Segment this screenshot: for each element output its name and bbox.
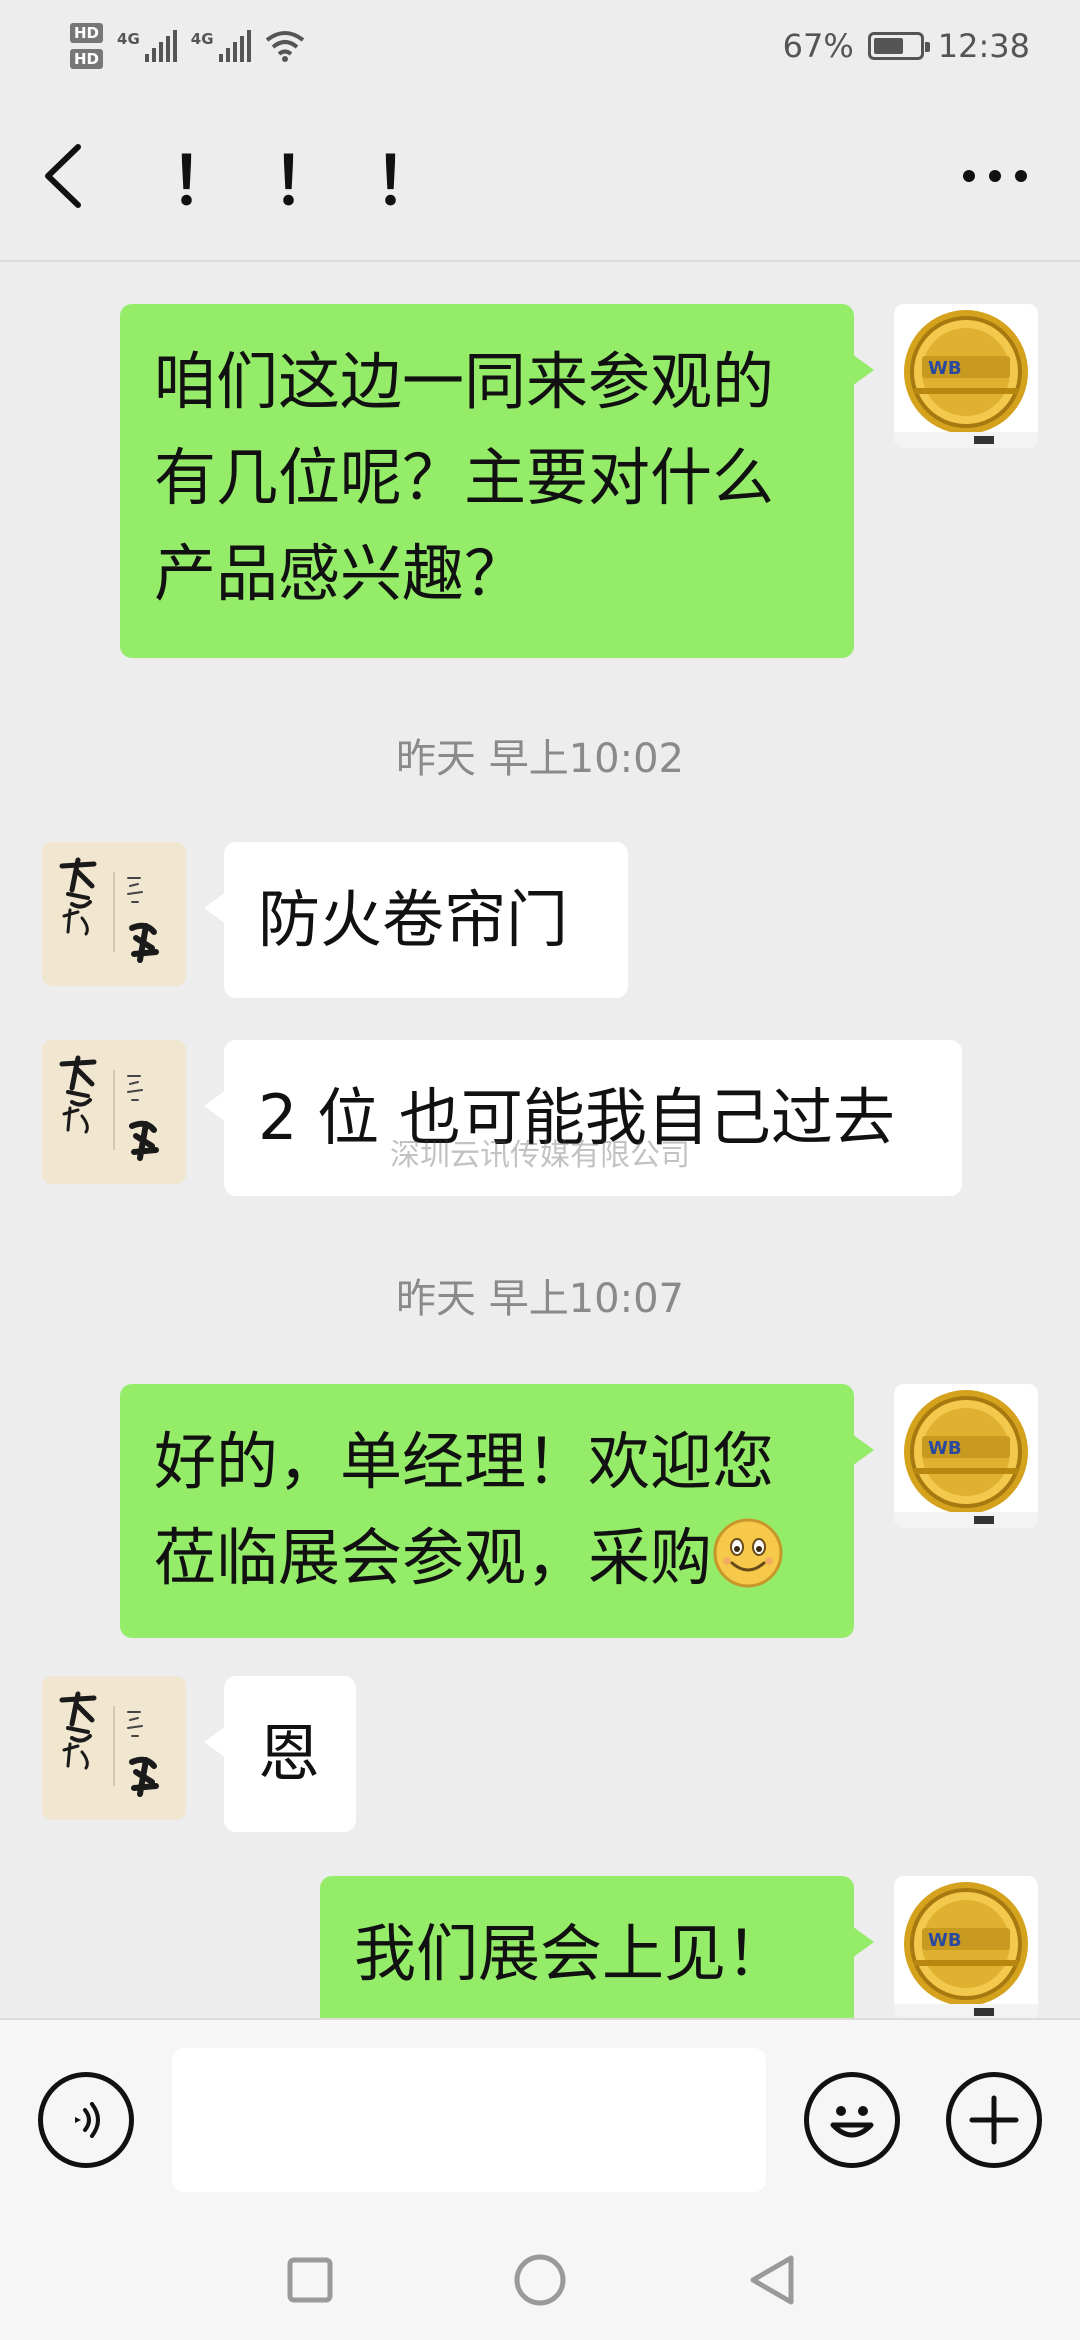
hd2-badge: HD: [70, 49, 104, 69]
battery-percent: 67%: [782, 27, 854, 65]
plus-icon: [969, 2095, 1019, 2145]
svg-text:WB: WB: [928, 1438, 962, 1459]
back-button[interactable]: [40, 136, 120, 216]
chat-title: ！！！: [170, 143, 476, 220]
timestamp: 昨天 早上10:07: [396, 1276, 684, 1322]
battery-icon: [867, 32, 930, 60]
message-input[interactable]: [172, 2048, 766, 2192]
signal2-icon: 4G: [191, 30, 251, 62]
chat-header: ！！！: [0, 92, 1080, 262]
net1-label: 4G: [117, 30, 140, 48]
input-bar: [0, 2018, 1080, 2218]
message-text: 咱们这边一同来参观的有几位呢？主要对什么产品感兴趣？: [154, 345, 775, 610]
net2-label: 4G: [190, 30, 214, 48]
self-avatar-logo: WB: [894, 304, 1038, 448]
chat-history[interactable]: 咱们这边一同来参观的有几位呢？主要对什么产品感兴趣？ WB 昨天 早上10:02…: [0, 262, 1080, 2018]
self-avatar-logo: WB: [894, 1384, 1038, 1528]
message-bubble-out[interactable]: 好的，单经理！欢迎您莅临展会参观，采购: [120, 1384, 874, 1638]
recents-button[interactable]: [278, 2248, 342, 2312]
svg-text:WB: WB: [928, 1930, 962, 1951]
battery-fill: [873, 38, 904, 54]
message-text: 防火卷帘门: [258, 883, 569, 956]
contact-avatar-calligraphy: [42, 842, 186, 986]
self-avatar[interactable]: WB: [894, 1384, 1038, 1528]
triangle-back-icon: [750, 2255, 794, 2305]
status-bar: HD HD 4G 4G 67% 12:38: [0, 0, 1080, 92]
voice-icon: [75, 2102, 100, 2138]
message-bubble-out[interactable]: 咱们这边一同来参观的有几位呢？主要对什么产品感兴趣？: [120, 304, 874, 658]
voice-button[interactable]: [38, 2072, 134, 2168]
emoji-icon: [830, 2106, 874, 2138]
contact-avatar-calligraphy: [42, 1676, 186, 1820]
back-chevron-icon: [45, 144, 81, 208]
nav-back-button[interactable]: [740, 2248, 804, 2312]
status-left: HD HD 4G 4G: [70, 23, 305, 69]
svg-text:WB: WB: [928, 358, 962, 379]
more-button[interactable]: [950, 136, 1040, 216]
contact-avatar[interactable]: [42, 842, 186, 986]
more-dots-icon: [963, 170, 1027, 182]
message-text: 好的，单经理！欢迎您莅临展会参观，采购: [154, 1425, 775, 1594]
clock: 12:38: [937, 27, 1030, 65]
watermark: 深圳云讯传媒有限公司: [390, 1138, 690, 1173]
hd-indicators: HD HD: [70, 23, 104, 69]
self-avatar[interactable]: WB: [894, 1876, 1038, 2018]
timestamp: 昨天 早上10:02: [396, 736, 684, 782]
self-avatar-logo: WB: [894, 1876, 1038, 2018]
message-text: 我们展会上见！: [354, 1917, 789, 1990]
plus-button[interactable]: [946, 2072, 1042, 2168]
message-bubble-out[interactable]: 我们展会上见！: [320, 1876, 874, 2018]
self-avatar[interactable]: WB: [894, 304, 1038, 448]
message-text: 恩: [258, 1717, 321, 1790]
system-nav-bar: [0, 2218, 1080, 2340]
emoji-button[interactable]: [804, 2072, 900, 2168]
circle-icon: [514, 2254, 566, 2306]
status-right: 67% 12:38: [783, 27, 1030, 65]
smile-emoji: [713, 1518, 783, 1588]
message-bubble-in[interactable]: 防火卷帘门: [204, 842, 628, 998]
square-icon: [287, 2257, 333, 2303]
signal1-icon: 4G: [117, 30, 177, 62]
hd1-badge: HD: [70, 23, 104, 43]
wifi-icon: [265, 31, 304, 62]
contact-avatar[interactable]: [42, 1676, 186, 1820]
message-bubble-in[interactable]: 恩: [204, 1676, 356, 1832]
home-button[interactable]: [508, 2248, 572, 2312]
